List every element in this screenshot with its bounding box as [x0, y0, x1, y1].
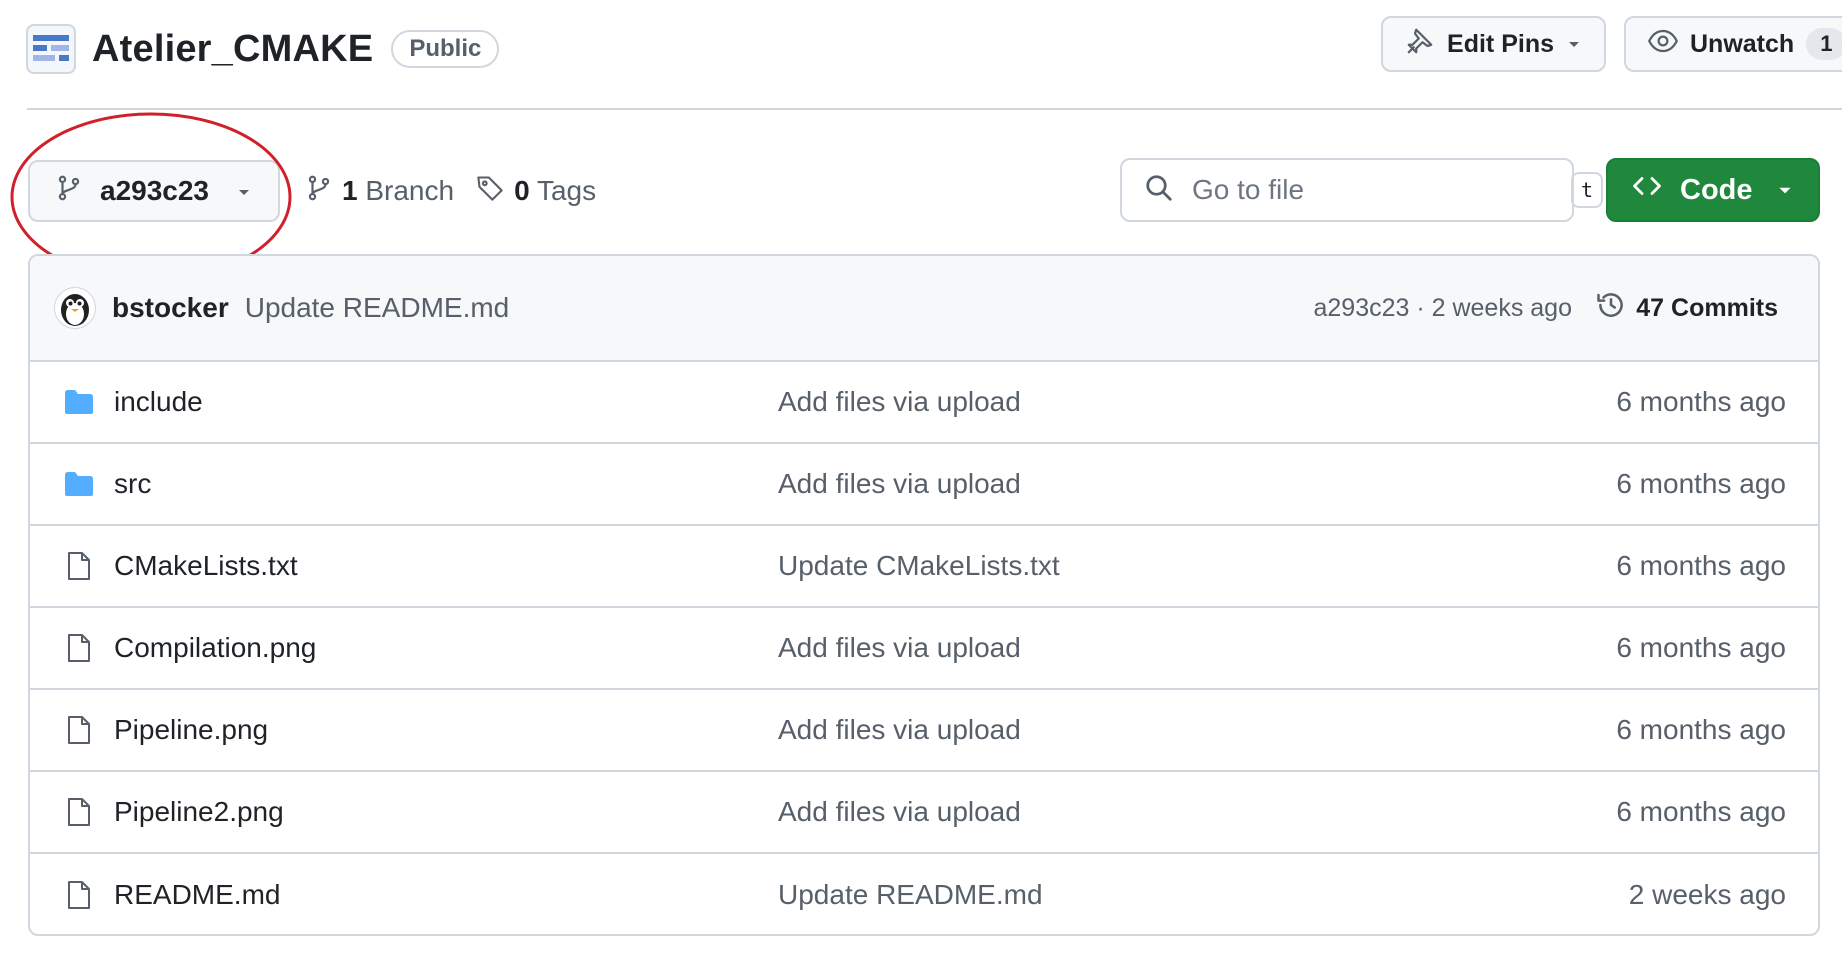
- pin-icon: [1405, 26, 1435, 63]
- edit-pins-label: Edit Pins: [1447, 29, 1554, 58]
- unwatch-button[interactable]: Unwatch 1: [1624, 16, 1842, 72]
- branch-name: a293c23: [100, 175, 210, 206]
- file-age: 6 months ago: [1616, 386, 1786, 417]
- code-button[interactable]: Code: [1606, 158, 1820, 222]
- history-icon: [1596, 290, 1626, 327]
- header-actions: Edit Pins Unwatch 1: [1381, 16, 1842, 72]
- tag-label: Tags: [536, 175, 597, 206]
- file-name[interactable]: Compilation.png: [114, 632, 316, 664]
- edit-pins-button[interactable]: Edit Pins: [1381, 16, 1606, 72]
- file-name[interactable]: include: [114, 386, 203, 418]
- file-row[interactable]: CMakeLists.txt Update CMakeLists.txt 6 mon…: [30, 526, 1818, 608]
- chevron-down-icon: [1776, 174, 1794, 207]
- folder-icon: [62, 385, 96, 419]
- file-table: bstocker Update README.md a293c23 · 2 we…: [28, 254, 1820, 936]
- repo-name[interactable]: Atelier_CMAKE: [92, 28, 373, 71]
- repo-header: Atelier_CMAKE Public: [26, 22, 500, 76]
- watch-count-badge: 1: [1806, 28, 1842, 60]
- file-age: 6 months ago: [1616, 632, 1786, 663]
- file-row[interactable]: Pipeline2.png Add files via upload 6 month…: [30, 772, 1818, 854]
- file-name[interactable]: CMakeLists.txt: [114, 550, 298, 582]
- file-commit-message[interactable]: Add files via upload: [778, 796, 1021, 828]
- file-name[interactable]: Pipeline.png: [114, 714, 268, 746]
- commit-author[interactable]: bstocker: [112, 292, 229, 324]
- file-icon: [62, 713, 96, 747]
- branch-label: Branch: [365, 175, 455, 206]
- file-commit-message[interactable]: Add files via upload: [778, 632, 1021, 664]
- repo-avatar-icon[interactable]: [26, 24, 76, 74]
- file-name[interactable]: README.md: [114, 879, 280, 911]
- chevron-down-icon: [1566, 30, 1582, 59]
- latest-commit-bar: bstocker Update README.md a293c23 · 2 we…: [30, 256, 1818, 362]
- file-row[interactable]: Compilation.png Add files via upload 6 mon…: [30, 608, 1818, 690]
- tag-count: 0: [514, 175, 530, 206]
- eye-icon: [1647, 26, 1679, 63]
- go-to-file-search[interactable]: t: [1120, 158, 1604, 222]
- file-age: 6 months ago: [1616, 796, 1786, 827]
- git-branch-icon: [56, 175, 82, 208]
- file-commit-message[interactable]: Add files via upload: [778, 468, 1021, 500]
- branches-link[interactable]: 1 Branch: [306, 175, 454, 208]
- file-row[interactable]: README.md Update README.md 2 weeks ago: [30, 854, 1818, 934]
- folder-icon: [62, 467, 96, 501]
- chevron-down-icon: [236, 175, 252, 207]
- file-icon: [62, 795, 96, 829]
- file-age: 6 months ago: [1616, 550, 1786, 581]
- file-row[interactable]: src Add files via upload 6 months ago: [30, 444, 1818, 526]
- branch-count: 1: [342, 175, 358, 206]
- file-commit-message[interactable]: Add files via upload: [778, 386, 1021, 418]
- commit-message[interactable]: Update README.md: [245, 292, 510, 324]
- file-row[interactable]: include Add files via upload 6 months ago: [30, 362, 1818, 444]
- file-name[interactable]: src: [114, 468, 151, 500]
- file-commit-message[interactable]: Update README.md: [778, 879, 1043, 911]
- search-icon: [1144, 173, 1174, 208]
- file-icon: [62, 631, 96, 665]
- file-commit-message[interactable]: Update CMakeLists.txt: [778, 550, 1060, 582]
- commits-history-link[interactable]: 47 Commits: [1596, 290, 1778, 327]
- file-age: 6 months ago: [1616, 468, 1786, 499]
- branch-selector-button[interactable]: a293c23: [28, 160, 280, 222]
- tags-link[interactable]: 0 Tags: [476, 174, 596, 209]
- file-name[interactable]: Pipeline2.png: [114, 796, 284, 828]
- git-branch-icon: [306, 175, 332, 208]
- keyboard-shortcut-hint: t: [1571, 172, 1604, 208]
- file-icon: [62, 878, 96, 912]
- tag-icon: [476, 174, 504, 209]
- header-divider: [27, 108, 1842, 110]
- commit-hash-and-time[interactable]: a293c23 · 2 weeks ago: [1313, 294, 1572, 323]
- visibility-badge: Public: [391, 30, 500, 68]
- file-row[interactable]: Pipeline.png Add files via upload 6 months…: [30, 690, 1818, 772]
- code-label: Code: [1680, 173, 1753, 206]
- commits-count-label: 47 Commits: [1636, 293, 1778, 322]
- go-to-file-input[interactable]: [1192, 174, 1553, 206]
- file-age: 2 weeks ago: [1628, 879, 1786, 910]
- unwatch-label: Unwatch: [1690, 29, 1795, 58]
- author-avatar[interactable]: [54, 287, 96, 329]
- file-icon: [62, 549, 96, 583]
- code-icon: [1632, 171, 1662, 209]
- file-list: include Add files via upload 6 months ago s…: [30, 362, 1818, 934]
- file-commit-message[interactable]: Add files via upload: [778, 714, 1021, 746]
- repo-page: Atelier_CMAKE Public Edit Pins Unwatch 1…: [0, 0, 1842, 964]
- refs-summary: 1 Branch 0 Tags: [306, 168, 596, 214]
- file-age: 6 months ago: [1616, 714, 1786, 745]
